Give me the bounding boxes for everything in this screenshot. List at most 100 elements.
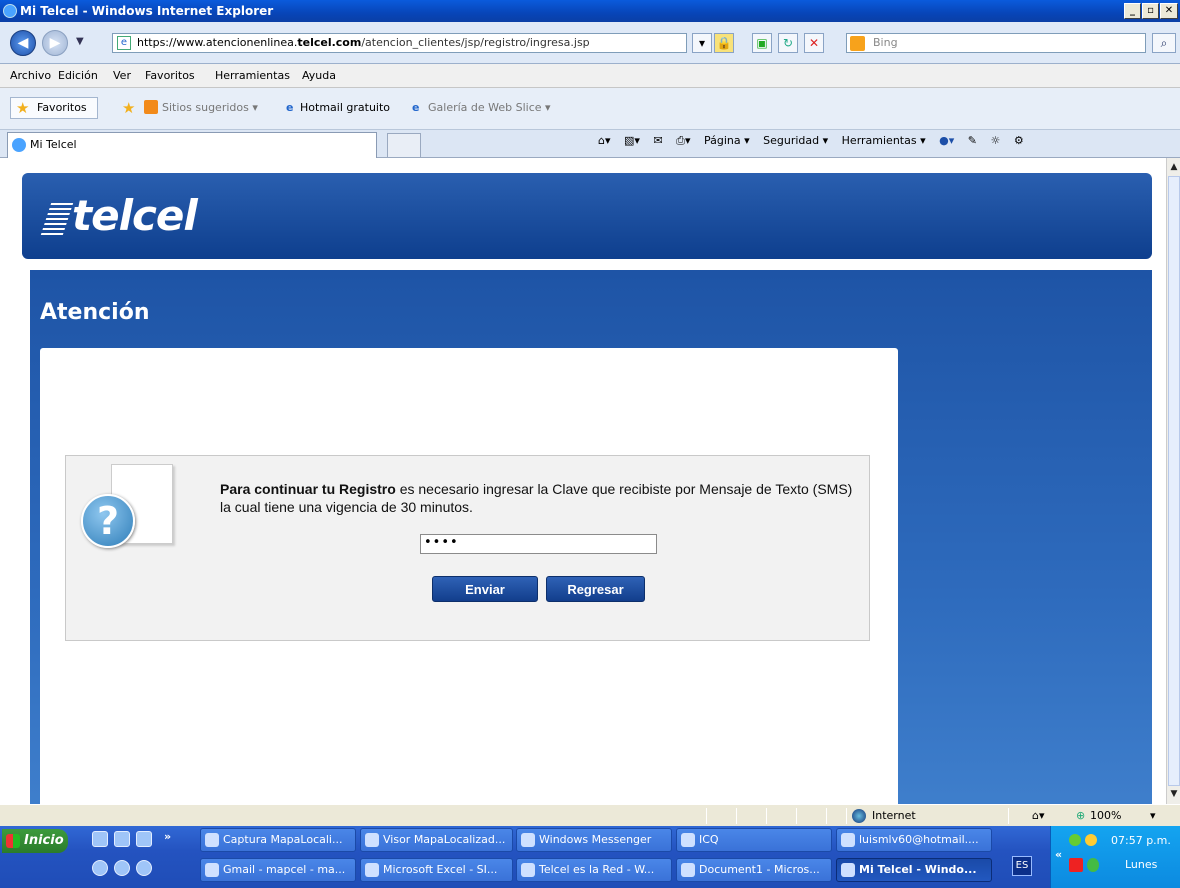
new-tab-button[interactable] [387,133,421,158]
clock[interactable]: 07:57 p.m. [1111,834,1171,847]
menu-edicion[interactable]: Edición [58,69,98,82]
menu-favoritos[interactable]: Favoritos [145,69,195,82]
lock-icon[interactable]: 🔒 [714,33,734,53]
favorites-bar: ★ Favoritos ★ Sitios sugeridos ▾ e Hotma… [0,88,1180,130]
help-icon[interactable]: ●▾ [939,134,954,147]
zone-label: Internet [872,809,916,822]
fav-sitios-sugeridos[interactable]: Sitios sugeridos ▾ [162,101,258,114]
tray-expand-icon[interactable]: « [1055,848,1062,861]
start-button[interactable]: Inicio [2,829,68,853]
quicklaunch-word-icon[interactable] [114,831,130,847]
tab-mi-telcel[interactable]: Mi Telcel [7,132,377,158]
address-dropdown-icon[interactable]: ▾ [692,33,712,53]
quicklaunch-ie-icon[interactable] [136,860,152,876]
content-box: ? Para continuar tu Registro es necesari… [40,348,898,804]
instruction-text: Para continuar tu Registro es necesario … [220,481,853,515]
refresh-icon[interactable]: ↻ [778,33,798,53]
internet-globe-icon [852,809,866,823]
menu-archivo[interactable]: Archivo [10,69,51,82]
compatibility-icon[interactable]: ▣ [752,33,772,53]
search-placeholder: Bing [873,36,898,49]
folder-icon [205,833,219,847]
forward-icon[interactable]: ▶ [42,30,68,56]
quicklaunch-more-icon[interactable]: » [164,830,171,843]
quicklaunch-firefox-icon[interactable] [114,860,130,876]
address-bar[interactable]: e https://www.atencionenlinea.telcel.com… [112,33,687,53]
sms-code-input[interactable]: •••• [420,534,657,554]
task-document1[interactable]: Document1 - Micros... [676,858,832,882]
quicklaunch-media-icon[interactable] [136,831,152,847]
tray-messenger-icon[interactable] [1087,858,1099,872]
telcel-logo: telcel [40,191,198,240]
fav-galeria[interactable]: Galería de Web Slice ▾ [428,101,551,114]
bing-icon [850,36,865,51]
tray-msn-icon[interactable] [1085,834,1097,846]
menu-ver[interactable]: Ver [113,69,131,82]
search-icon[interactable]: ⌕ [1152,33,1176,53]
ie-task-icon [841,863,855,877]
taskbar: Inicio » Captura MapaLocali... Visor Map… [0,826,1180,888]
minimize-button[interactable]: _ [1124,3,1141,19]
favorites-star-icon: ★ [16,99,30,117]
cmd-seguridad[interactable]: Seguridad ▾ [763,134,828,147]
add-favorite-icon[interactable]: ★ [122,99,135,117]
zoom-level[interactable]: 100% [1090,809,1121,822]
attention-panel: Atención ? Para continuar tu Registro es… [30,270,1152,804]
back-icon[interactable]: ◀ [10,30,36,56]
maximize-button[interactable]: ▫ [1142,3,1159,19]
favorites-button[interactable]: ★ Favoritos [10,97,98,119]
settings-icon[interactable]: ⚙ [1014,134,1024,147]
excel-icon [365,863,379,877]
stop-icon[interactable]: ✕ [804,33,824,53]
menu-bar: Archivo Edición Ver Favoritos Herramient… [0,64,1180,88]
title-bar[interactable]: Mi Telcel - Windows Internet Explorer _ … [0,0,1180,22]
scroll-thumb[interactable] [1168,176,1180,786]
send-button[interactable]: Enviar [432,576,538,602]
search-input[interactable]: Bing [846,33,1146,53]
vertical-scrollbar[interactable]: ▲ ▼ [1166,158,1180,804]
task-captura[interactable]: Captura MapaLocali... [200,828,356,852]
windows-flag-icon [6,834,20,848]
cmd-herramientas[interactable]: Herramientas ▾ [842,134,926,147]
address-row: ◀ ▶ ▼ e https://www.atencionenlinea.telc… [0,22,1180,64]
print-icon[interactable]: ⎙▾ [676,134,690,147]
mail-icon[interactable]: ✉ [653,134,662,147]
webslice-ie-icon: e [412,101,420,114]
hotmail-ie-icon: e [286,101,294,114]
menu-herramientas[interactable]: Herramientas [215,69,290,82]
feeds-icon[interactable]: ▧▾ [624,134,640,147]
tray-antivirus-icon[interactable] [1069,858,1083,872]
history-dropdown-icon[interactable]: ▼ [76,36,84,47]
task-icq[interactable]: ICQ [676,828,832,852]
task-visor[interactable]: Visor MapaLocalizad... [360,828,513,852]
task-hotmail[interactable]: luismlv60@hotmail.... [836,828,992,852]
sms-code-dialog: ? Para continuar tu Registro es necesari… [65,455,870,641]
protected-mode-icon[interactable]: ⌂▾ [1032,809,1045,822]
quicklaunch-player-icon[interactable] [92,860,108,876]
task-messenger[interactable]: Windows Messenger [516,828,672,852]
favorites-label: Favoritos [37,101,87,114]
close-button[interactable]: ✕ [1160,3,1178,19]
messenger-icon[interactable]: ☼ [990,134,1000,147]
task-mi-telcel[interactable]: Mi Telcel - Windo... [836,858,992,882]
page-icon: e [117,36,131,50]
icq-icon [681,833,695,847]
task-gmail[interactable]: Gmail - mapcel - ma... [200,858,356,882]
cmd-pagina[interactable]: Página ▾ [704,134,750,147]
scroll-up-icon[interactable]: ▲ [1168,159,1180,175]
home-icon[interactable]: ⌂▾ [598,134,611,147]
back-button[interactable]: Regresar [546,576,645,602]
zoom-icon: ⊕ [1076,809,1086,822]
page-title: Atención [40,300,150,325]
quicklaunch-desktop-icon[interactable] [92,831,108,847]
scroll-down-icon[interactable]: ▼ [1168,786,1180,802]
language-indicator[interactable]: ES [1012,856,1032,876]
fav-hotmail[interactable]: Hotmail gratuito [300,101,390,114]
tray-icq-icon[interactable] [1069,834,1081,846]
research-icon[interactable]: ✎ [968,134,977,147]
task-excel[interactable]: Microsoft Excel - SI... [360,858,513,882]
ie-task-icon [521,863,535,877]
menu-ayuda[interactable]: Ayuda [302,69,336,82]
zoom-dropdown-icon[interactable]: ▾ [1150,809,1156,822]
task-telcel-red[interactable]: Telcel es la Red - W... [516,858,672,882]
